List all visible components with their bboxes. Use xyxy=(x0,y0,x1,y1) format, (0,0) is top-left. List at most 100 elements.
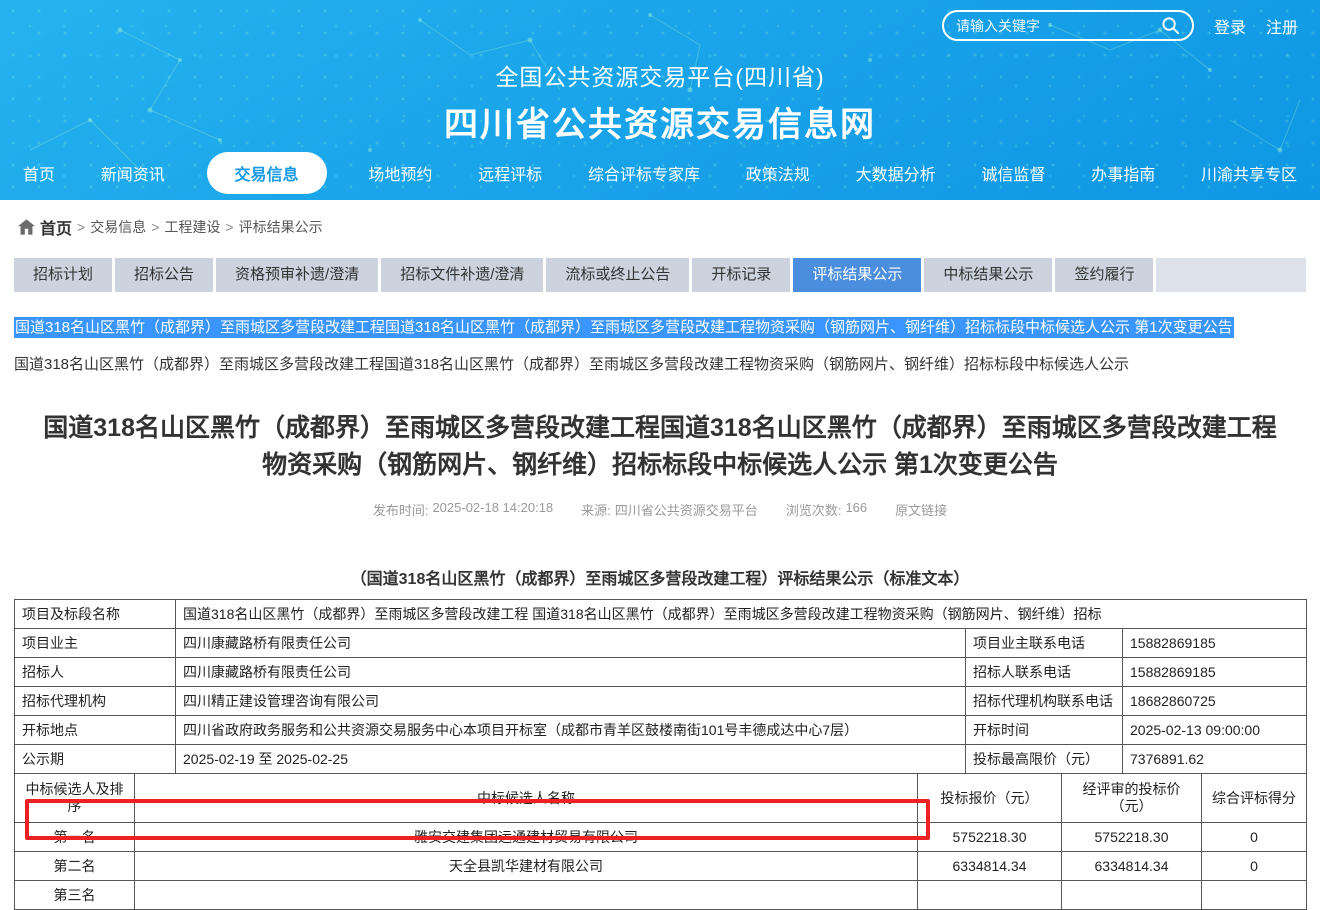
tabs-filler xyxy=(1156,258,1306,292)
tab-contract-performance[interactable]: 签约履行 xyxy=(1055,258,1153,292)
cell-candidate-name xyxy=(135,881,918,910)
nav-item-remote-evaluation[interactable]: 远程评标 xyxy=(474,152,546,194)
cell-rank: 第一名 xyxy=(15,823,135,852)
view-count: 浏览次数:166 xyxy=(786,500,867,519)
source: 来源:四川省公共资源交易平台 xyxy=(581,500,758,519)
cell-candidate-name: 雅安交建集团运通建材贸易有限公司 xyxy=(135,823,918,852)
topbar: 登录 注册 xyxy=(942,10,1298,41)
breadcrumb-home[interactable]: 首页 xyxy=(40,215,72,239)
breadcrumb-engineering[interactable]: 工程建设 xyxy=(164,217,220,237)
table-row: 招标人 四川康藏路桥有限责任公司 招标人联系电话 15882869185 xyxy=(15,658,1307,687)
cell-bid-price: 6334814.34 xyxy=(918,852,1062,881)
search-input[interactable] xyxy=(956,18,1161,34)
original-text-link[interactable]: 原文链接 xyxy=(895,500,947,519)
cell-bid-price: 5752218.30 xyxy=(918,823,1062,852)
column-header-reviewed-price: 经评审的投标价（元） xyxy=(1062,774,1202,823)
table-row: 项目及标段名称 国道318名山区黑竹（成都界）至雨城区多营段改建工程 国道318… xyxy=(15,600,1307,629)
cell-value: 四川精正建设管理咨询有限公司 xyxy=(176,687,966,716)
cell-label: 投标最高限价（元） xyxy=(966,745,1123,774)
column-header-rank: 中标候选人及排序 xyxy=(15,774,135,823)
table-row: 项目业主 四川康藏路桥有限责任公司 项目业主联系电话 15882869185 xyxy=(15,629,1307,658)
cell-score xyxy=(1202,881,1307,910)
cell-value: 15882869185 xyxy=(1123,658,1307,687)
nav-item-expert-pool[interactable]: 综合评标专家库 xyxy=(584,152,704,194)
main-nav: 首页 新闻资讯 交易信息 场地预约 远程评标 综合评标专家库 政策法规 大数据分… xyxy=(0,152,1320,194)
search-box[interactable] xyxy=(942,10,1194,41)
breadcrumb-trade-info[interactable]: 交易信息 xyxy=(90,217,146,237)
candidates-table: 中标候选人及排序 中标候选人名称 投标报价（元） 经评审的投标价（元） 综合评标… xyxy=(14,773,1307,910)
table-row: 开标地点 四川省政府政务服务和公共资源交易服务中心本项目开标室（成都市青羊区鼓楼… xyxy=(15,716,1307,745)
cell-value: 7376891.62 xyxy=(1123,745,1307,774)
tab-bid-doc-clarification[interactable]: 招标文件补遗/澄清 xyxy=(381,258,543,292)
candidate-row-third: 第三名 xyxy=(15,881,1307,910)
nav-item-chuanyu-zone[interactable]: 川渝共享专区 xyxy=(1197,152,1301,194)
cell-label: 公示期 xyxy=(15,745,176,774)
list-item-highlighted[interactable]: 国道318名山区黑竹（成都界）至雨城区多营段改建工程国道318名山区黑竹（成都界… xyxy=(14,317,1234,338)
column-header-bid-price: 投标报价（元） xyxy=(918,774,1062,823)
site-title: 四川省公共资源交易信息网 xyxy=(0,97,1320,146)
nav-item-big-data[interactable]: 大数据分析 xyxy=(852,152,940,194)
cell-candidate-name: 天全县凯华建材有限公司 xyxy=(135,852,918,881)
cell-score: 0 xyxy=(1202,852,1307,881)
cell-value: 国道318名山区黑竹（成都界）至雨城区多营段改建工程 国道318名山区黑竹（成都… xyxy=(176,600,1307,629)
tab-evaluation-results[interactable]: 评标结果公示 xyxy=(793,258,921,292)
breadcrumb: 首页 > 交易信息 > 工程建设 > 评标结果公示 xyxy=(0,200,1320,239)
cell-bid-price xyxy=(918,881,1062,910)
candidate-row-second: 第二名 天全县凯华建材有限公司 6334814.34 6334814.34 0 xyxy=(15,852,1307,881)
candidates-header-row: 中标候选人及排序 中标候选人名称 投标报价（元） 经评审的投标价（元） 综合评标… xyxy=(15,774,1307,823)
nav-item-news[interactable]: 新闻资讯 xyxy=(97,152,169,194)
cell-value: 2025-02-13 09:00:00 xyxy=(1123,716,1307,745)
cell-value: 2025-02-19 至 2025-02-25 xyxy=(176,745,966,774)
cell-label: 招标人 xyxy=(15,658,176,687)
cell-rank: 第三名 xyxy=(15,881,135,910)
list-item[interactable]: 国道318名山区黑竹（成都界）至雨城区多营段改建工程国道318名山区黑竹（成都界… xyxy=(14,353,1306,374)
cell-label: 招标代理机构联系电话 xyxy=(966,687,1123,716)
site-header: 登录 注册 全国公共资源交易平台(四川省) 四川省公共资源交易信息网 首页 新闻… xyxy=(0,0,1320,200)
nav-item-home[interactable]: 首页 xyxy=(19,152,59,194)
category-tabs: 招标计划 招标公告 资格预审补遗/澄清 招标文件补遗/澄清 流标或终止公告 开标… xyxy=(14,258,1306,292)
cell-value: 四川省政府政务服务和公共资源交易服务中心本项目开标室（成都市青羊区鼓楼南街101… xyxy=(176,716,966,745)
breadcrumb-separator: > xyxy=(151,219,159,235)
login-link[interactable]: 登录 xyxy=(1214,14,1246,38)
tab-winning-results[interactable]: 中标结果公示 xyxy=(924,258,1052,292)
article-meta: 发布时间:2025-02-18 14:20:18 来源:四川省公共资源交易平台 … xyxy=(0,500,1320,519)
cell-value: 18682860725 xyxy=(1123,687,1307,716)
nav-item-policies[interactable]: 政策法规 xyxy=(742,152,814,194)
tab-bid-plan[interactable]: 招标计划 xyxy=(14,258,112,292)
cell-reviewed-price: 6334814.34 xyxy=(1062,852,1202,881)
site-subtitle: 全国公共资源交易平台(四川省) xyxy=(0,58,1320,92)
cell-label: 开标地点 xyxy=(15,716,176,745)
cell-rank: 第二名 xyxy=(15,852,135,881)
tab-bid-opening-record[interactable]: 开标记录 xyxy=(692,258,790,292)
announcement-list: 国道318名山区黑竹（成都界）至雨城区多营段改建工程国道318名山区黑竹（成都界… xyxy=(14,317,1306,374)
breadcrumb-separator: > xyxy=(77,219,85,235)
cell-value: 15882869185 xyxy=(1123,629,1307,658)
cell-score: 0 xyxy=(1202,823,1307,852)
tab-prequalification-clarification[interactable]: 资格预审补遗/澄清 xyxy=(216,258,378,292)
tab-bid-announcement[interactable]: 招标公告 xyxy=(115,258,213,292)
tab-failed-or-terminated[interactable]: 流标或终止公告 xyxy=(546,258,689,292)
cell-label: 项目业主 xyxy=(15,629,176,658)
article-title: 国道318名山区黑竹（成都界）至雨城区多营段改建工程国道318名山区黑竹（成都界… xyxy=(35,410,1285,484)
column-header-name: 中标候选人名称 xyxy=(135,774,918,823)
cell-label: 项目及标段名称 xyxy=(15,600,176,629)
register-link[interactable]: 注册 xyxy=(1266,14,1298,38)
nav-item-guide[interactable]: 办事指南 xyxy=(1087,152,1159,194)
breadcrumb-evaluation-results[interactable]: 评标结果公示 xyxy=(239,217,323,237)
nav-item-trade-info[interactable]: 交易信息 xyxy=(207,152,327,194)
nav-item-venue-booking[interactable]: 场地预约 xyxy=(364,152,436,194)
table-row: 公示期 2025-02-19 至 2025-02-25 投标最高限价（元） 73… xyxy=(15,745,1307,774)
column-header-score: 综合评标得分 xyxy=(1202,774,1307,823)
publish-time: 发布时间:2025-02-18 14:20:18 xyxy=(373,500,553,519)
cell-reviewed-price: 5752218.30 xyxy=(1062,823,1202,852)
search-icon[interactable] xyxy=(1161,16,1180,35)
cell-label: 开标时间 xyxy=(966,716,1123,745)
nav-item-integrity[interactable]: 诚信监督 xyxy=(977,152,1049,194)
cell-value: 四川康藏路桥有限责任公司 xyxy=(176,658,966,687)
cell-label: 招标人联系电话 xyxy=(966,658,1123,687)
project-info-table: 项目及标段名称 国道318名山区黑竹（成都界）至雨城区多营段改建工程 国道318… xyxy=(14,599,1307,774)
breadcrumb-separator: > xyxy=(225,219,233,235)
cell-label: 招标代理机构 xyxy=(15,687,176,716)
list-row: 国道318名山区黑竹（成都界）至雨城区多营段改建工程国道318名山区黑竹（成都界… xyxy=(14,317,1306,339)
home-icon[interactable] xyxy=(18,219,35,235)
